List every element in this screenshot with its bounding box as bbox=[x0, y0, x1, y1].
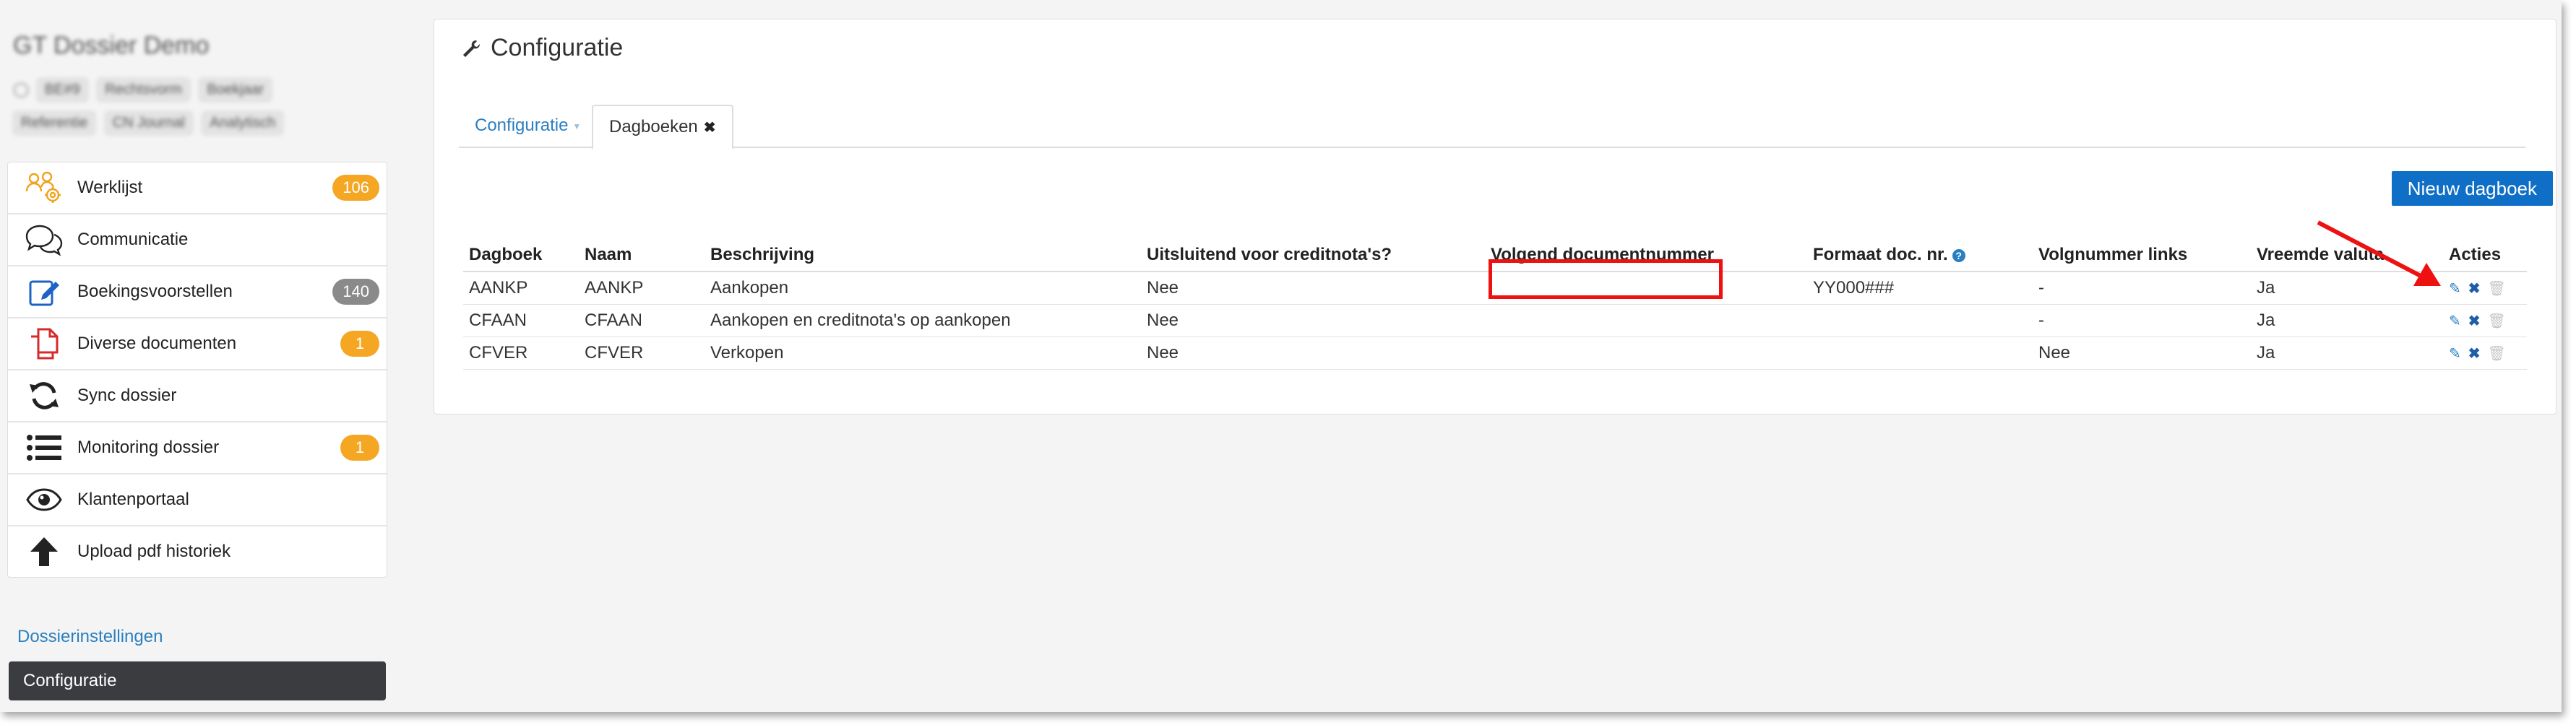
list-icon bbox=[24, 427, 64, 468]
tag: Analytisch bbox=[202, 111, 284, 135]
dossierinstellingen-link[interactable]: Dossierinstellingen bbox=[17, 627, 163, 647]
sidebar-item-label: Communicatie bbox=[77, 230, 189, 249]
tab-label: Configuratie bbox=[475, 116, 569, 135]
trash-icon[interactable]: 🗑 bbox=[2488, 312, 2506, 330]
close-icon[interactable]: ✖ bbox=[704, 120, 716, 136]
cell-creditnota: Nee bbox=[1141, 272, 1485, 305]
cell-dagboek: CFAAN bbox=[463, 304, 579, 337]
column-header: Acties bbox=[2443, 239, 2527, 272]
page-title-text: Configuratie bbox=[491, 34, 624, 61]
cell-naam: CFVER bbox=[579, 337, 705, 370]
column-header: Naam bbox=[579, 239, 705, 272]
users-cog-icon bbox=[24, 168, 64, 208]
sidebar-item-diverse-documenten[interactable]: Diverse documenten 1 bbox=[8, 318, 387, 370]
cell-dagboek: CFVER bbox=[463, 337, 579, 370]
cell-formaat bbox=[1807, 304, 2033, 337]
cell-creditnota: Nee bbox=[1141, 304, 1485, 337]
documents-icon bbox=[24, 324, 64, 364]
sidebar-item-klantenportaal[interactable]: Klantenportaal bbox=[8, 474, 387, 526]
sidebar-item-upload-pdf-historiek[interactable]: Upload pdf historiek bbox=[8, 526, 387, 577]
column-header: Volgnummer links bbox=[2033, 239, 2251, 272]
cell-volgend-documentnummer bbox=[1485, 304, 1807, 337]
tag-row-1: ◯ BE#9 Rechtsvorm Boekjaar bbox=[13, 78, 387, 103]
count-badge: 1 bbox=[340, 331, 379, 357]
tag: CN Journal bbox=[104, 111, 193, 135]
cell-volgnummer-links: - bbox=[2033, 272, 2251, 305]
cell-naam: CFAAN bbox=[579, 304, 705, 337]
eye-icon bbox=[24, 479, 64, 520]
cell-acties: ✎ ✖ 🗑 bbox=[2443, 304, 2527, 337]
column-header-label: Formaat doc. nr. bbox=[1813, 245, 1948, 264]
close-icon[interactable]: ✖ bbox=[2468, 312, 2481, 330]
tab-bar: Configuratie ▼ Dagboeken ✖ bbox=[459, 105, 2525, 149]
sidebar-item-boekingsvoorstellen[interactable]: Boekingsvoorstellen 140 bbox=[8, 266, 387, 318]
trash-icon[interactable]: 🗑 bbox=[2488, 344, 2506, 362]
cell-beschrijving: Aankopen bbox=[705, 272, 1141, 305]
tab-dagboeken[interactable]: Dagboeken ✖ bbox=[592, 105, 733, 149]
sidebar: GT Dossier Demo ◯ BE#9 Rechtsvorm Boekja… bbox=[7, 14, 387, 578]
cell-vreemde-valuta: Ja bbox=[2251, 304, 2443, 337]
dossier-title: GT Dossier Demo bbox=[13, 32, 210, 59]
edit-square-icon bbox=[24, 272, 64, 312]
close-icon[interactable]: ✖ bbox=[2468, 279, 2481, 298]
tag: BE#9 bbox=[36, 78, 88, 102]
cell-creditnota: Nee bbox=[1141, 337, 1485, 370]
tab-configuratie[interactable]: Configuratie ▼ bbox=[459, 105, 597, 147]
sidebar-item-communicatie[interactable]: Communicatie bbox=[8, 214, 387, 266]
cell-volgnummer-links: Nee bbox=[2033, 337, 2251, 370]
tag: Boekjaar bbox=[199, 78, 272, 102]
sidebar-item-configuratie[interactable]: Configuratie bbox=[9, 661, 386, 700]
sidebar-item-monitoring-dossier[interactable]: Monitoring dossier 1 bbox=[8, 422, 387, 474]
cell-acties: ✎ ✖ 🗑 bbox=[2443, 272, 2527, 305]
cell-formaat bbox=[1807, 337, 2033, 370]
column-header: Beschrijving bbox=[705, 239, 1141, 272]
caret-down-icon: ▼ bbox=[572, 121, 582, 131]
tag-icon: ◯ bbox=[13, 82, 30, 97]
tag-row-2: Referentie CN Journal Analytisch bbox=[13, 111, 387, 136]
tag: Rechtsvorm bbox=[97, 78, 190, 102]
sidebar-menu: Werklijst 106 Communicatie Boekingsvoors… bbox=[7, 162, 387, 578]
cell-beschrijving: Verkopen bbox=[705, 337, 1141, 370]
sidebar-item-sync-dossier[interactable]: Sync dossier bbox=[8, 370, 387, 422]
column-header: Dagboek bbox=[463, 239, 579, 272]
sidebar-item-label: Sync dossier bbox=[77, 386, 177, 405]
page-title: Configuratie bbox=[462, 34, 623, 62]
cell-naam: AANKP bbox=[579, 272, 705, 305]
count-badge: 106 bbox=[332, 175, 379, 201]
table-row: CFAAN CFAAN Aankopen en creditnota's op … bbox=[463, 304, 2527, 337]
count-badge: 140 bbox=[332, 279, 379, 305]
cell-acties: ✎ ✖ 🗑 bbox=[2443, 337, 2527, 370]
app-window: GT Dossier Demo ◯ BE#9 Rechtsvorm Boekja… bbox=[0, 0, 2562, 712]
edit-icon[interactable]: ✎ bbox=[2449, 279, 2461, 298]
sidebar-item-label: Klantenportaal bbox=[77, 490, 189, 509]
cell-formaat: YY000### bbox=[1807, 272, 2033, 305]
sidebar-item-werklijst[interactable]: Werklijst 106 bbox=[8, 162, 387, 214]
edit-icon[interactable]: ✎ bbox=[2449, 312, 2461, 330]
wrench-icon bbox=[463, 40, 481, 57]
table-row: CFVER CFVER Verkopen Nee Nee Ja ✎ ✖ 🗑 bbox=[463, 337, 2527, 370]
cell-volgnummer-links: - bbox=[2033, 304, 2251, 337]
sidebar-item-label: Upload pdf historiek bbox=[77, 542, 231, 561]
configuratie-panel: Configuratie Configuratie ▼ Dagboeken ✖ Ni… bbox=[434, 19, 2556, 414]
highlight-box bbox=[1489, 259, 1723, 299]
arrow-up-icon bbox=[24, 531, 64, 572]
tag: Referentie bbox=[13, 111, 96, 135]
cell-vreemde-valuta: Ja bbox=[2251, 337, 2443, 370]
column-header: Formaat doc. nr.? bbox=[1807, 239, 2033, 272]
cell-beschrijving: Aankopen en creditnota's op aankopen bbox=[705, 304, 1141, 337]
trash-icon[interactable]: 🗑 bbox=[2488, 279, 2506, 298]
annotation-arrow bbox=[2317, 220, 2441, 286]
cell-dagboek: AANKP bbox=[463, 272, 579, 305]
tab-label: Dagboeken bbox=[609, 117, 698, 136]
nieuw-dagboek-button[interactable]: Nieuw dagboek bbox=[2391, 171, 2553, 206]
edit-icon[interactable]: ✎ bbox=[2449, 344, 2461, 362]
cell-volgend-documentnummer bbox=[1485, 337, 1807, 370]
column-header: Uitsluitend voor creditnota's? bbox=[1141, 239, 1485, 272]
count-badge: 1 bbox=[340, 435, 379, 461]
sync-icon bbox=[24, 375, 64, 416]
chat-bubbles-icon bbox=[24, 220, 64, 260]
close-icon[interactable]: ✖ bbox=[2468, 344, 2481, 362]
help-icon[interactable]: ? bbox=[1952, 248, 1965, 262]
